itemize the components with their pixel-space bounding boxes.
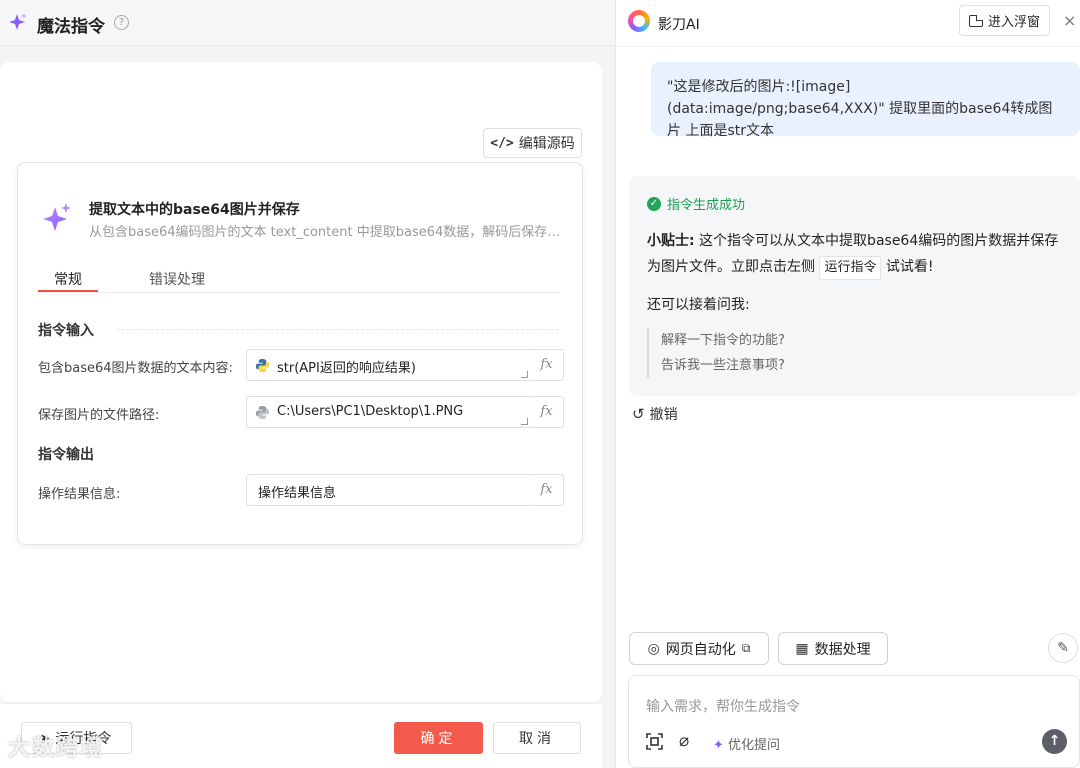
tab-error-handling[interactable]: 错误处理 — [149, 269, 205, 289]
cancel-button[interactable]: 取消 — [493, 722, 581, 754]
browser-icon: ◎ — [647, 640, 660, 657]
section-divider — [116, 329, 559, 330]
sparkle-icon — [43, 203, 71, 231]
python-icon — [255, 405, 270, 420]
data-processing-label: 数据处理 — [814, 641, 871, 658]
undo-icon: ↺ — [632, 405, 645, 423]
suggestion-item[interactable]: 告诉我一些注意事项? — [661, 353, 785, 378]
float-window-button[interactable]: 进入浮窗 — [959, 5, 1050, 36]
active-tab-indicator — [38, 290, 98, 292]
field-label-file-path: 保存图片的文件路径: — [38, 408, 160, 423]
input-section-title: 指令输入 — [38, 323, 94, 339]
confirm-button[interactable]: 确定 — [394, 722, 483, 754]
instruction-description: 从包含base64编码图片的文本 text_content 中提取base64数… — [89, 225, 564, 240]
clear-brush-icon[interactable]: ✎ — [1048, 633, 1078, 663]
ai-reply-card: ✓ 指令生成成功 小贴士: 这个指令可以从文本中提取base64编码的图片数据并… — [629, 176, 1080, 396]
assistant-title: 影刀AI — [658, 17, 700, 33]
web-automation-label: 网页自动化 — [665, 641, 736, 658]
result-info-value: 操作结果信息 — [258, 486, 337, 501]
suggestion-list: 解释一下指令的功能? 告诉我一些注意事项? — [647, 328, 785, 378]
close-icon[interactable]: × — [1063, 11, 1076, 30]
yingdao-logo-icon — [628, 10, 650, 32]
sparkle-icon — [9, 13, 27, 30]
resize-handle[interactable] — [521, 418, 528, 425]
instruction-panel: 魔法指令 ? </> 编辑源码 提取文本中的base64图片并保存 从包含bas… — [0, 0, 615, 768]
tip-body-2: 试试看! — [881, 259, 934, 275]
field-label-text-content: 包含base64图片数据的文本内容: — [38, 361, 233, 376]
prompt-input-placeholder: 输入需求，帮你生成指令 — [646, 699, 800, 715]
optimize-question-button[interactable]: ✦ 优化提问 — [713, 734, 780, 753]
edit-source-button[interactable]: </> 编辑源码 — [483, 128, 582, 158]
app-root: 魔法指令 ? </> 编辑源码 提取文本中的base64图片并保存 从包含bas… — [0, 0, 1080, 768]
success-status: ✓ 指令生成成功 — [647, 194, 745, 213]
attachment-icon[interactable]: ⌀ — [679, 731, 689, 751]
check-circle-icon: ✓ — [647, 196, 661, 211]
tab-general[interactable]: 常规 — [54, 269, 82, 289]
file-path-input[interactable]: C:\Users\PC1\Desktop\1.PNG — [246, 396, 531, 428]
ai-assistant-panel: 影刀AI 进入浮窗 × "这是修改后的图片:![image](data:imag… — [615, 0, 1080, 768]
undo-label: 撤销 — [649, 407, 678, 423]
help-icon[interactable]: ? — [114, 15, 129, 30]
send-button[interactable]: ↑ — [1042, 729, 1067, 754]
fx-button[interactable]: fx — [530, 474, 564, 506]
follow-up-prompt: 还可以接着问我: — [647, 297, 750, 313]
external-link-icon: ⧉ — [741, 641, 751, 655]
undo-button[interactable]: ↺ 撤销 — [632, 404, 678, 424]
instruction-card: 提取文本中的base64图片并保存 从包含base64编码图片的文本 text_… — [17, 162, 583, 545]
output-section-title: 指令输出 — [38, 447, 94, 463]
panel-header: 魔法指令 ? — [0, 0, 615, 46]
header-divider — [616, 46, 1080, 47]
watermark: 大数跨境 — [8, 736, 105, 761]
panel-title: 魔法指令 — [37, 17, 105, 37]
python-icon — [255, 358, 270, 373]
float-window-icon — [968, 14, 983, 27]
text-content-input[interactable]: str(API返回的响应结果) — [246, 349, 531, 381]
field-label-result-info: 操作结果信息: — [38, 487, 121, 502]
prompt-input-box[interactable]: 输入需求，帮你生成指令 ⌀ ✦ 优化提问 ↑ — [628, 675, 1080, 768]
result-info-input[interactable]: 操作结果信息 — [246, 474, 531, 506]
optimize-question-label: 优化提问 — [728, 738, 781, 753]
web-automation-chip[interactable]: ◎ 网页自动化 ⧉ — [629, 632, 769, 665]
tip-prefix: 小贴士: — [647, 233, 695, 249]
code-icon: </> — [490, 135, 514, 151]
fx-button[interactable]: fx — [530, 396, 564, 428]
instruction-title: 提取文本中的base64图片并保存 — [89, 202, 300, 218]
text-content-value: str(API返回的响应结果) — [277, 361, 416, 376]
table-icon: ▦ — [795, 640, 809, 657]
success-status-text: 指令生成成功 — [667, 198, 746, 213]
screenshot-icon[interactable] — [646, 733, 663, 750]
tab-bar: 常规 错误处理 — [38, 263, 560, 293]
tip-text: 小贴士: 这个指令可以从文本中提取base64编码的图片数据并保存为图片文件。立… — [647, 228, 1067, 280]
edit-source-label: 编辑源码 — [518, 136, 575, 152]
data-processing-chip[interactable]: ▦ 数据处理 — [778, 632, 888, 665]
file-path-value: C:\Users\PC1\Desktop\1.PNG — [277, 404, 464, 419]
fx-button[interactable]: fx — [530, 349, 564, 381]
resize-handle[interactable] — [521, 371, 528, 378]
float-window-label: 进入浮窗 — [987, 15, 1040, 30]
run-instruction-chip[interactable]: 运行指令 — [819, 256, 882, 280]
suggestion-item[interactable]: 解释一下指令的功能? — [661, 328, 785, 353]
instruction-body: </> 编辑源码 提取文本中的base64图片并保存 从包含base64编码图片… — [0, 62, 602, 702]
sparkle-icon: ✦ — [713, 738, 724, 753]
user-message-bubble: "这是修改后的图片:![image](data:image/png;base64… — [651, 62, 1080, 139]
